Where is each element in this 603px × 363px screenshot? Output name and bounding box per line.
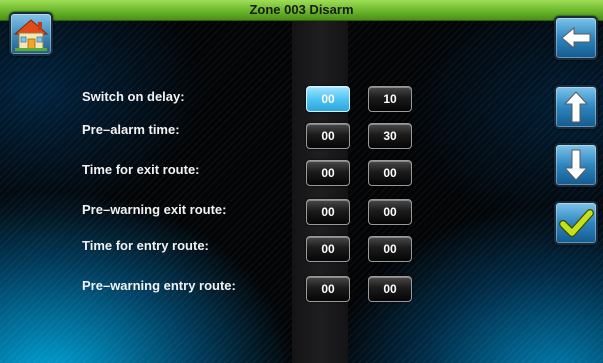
scroll-down-button[interactable] <box>554 143 598 187</box>
left-arrow-icon <box>561 26 591 50</box>
checkmark-icon <box>559 209 594 237</box>
pre-warning-entry-route-field-2[interactable]: 00 <box>368 276 412 302</box>
time-for-entry-route-field-1[interactable]: 00 <box>306 236 350 262</box>
label-time-for-entry-route: Time for entry route: <box>82 238 209 253</box>
switch-on-delay-field-1[interactable]: 00 <box>306 86 350 112</box>
scroll-up-button[interactable] <box>554 85 598 129</box>
pre-alarm-time-field-2[interactable]: 30 <box>368 123 412 149</box>
home-button[interactable] <box>9 12 53 56</box>
time-for-entry-route-field-2[interactable]: 00 <box>368 236 412 262</box>
page-title: Zone 003 Disarm <box>249 2 354 17</box>
pre-alarm-time-field-1[interactable]: 00 <box>306 123 350 149</box>
house-icon <box>13 19 49 51</box>
back-button[interactable] <box>554 16 598 60</box>
pre-warning-exit-route-field-2[interactable]: 00 <box>368 199 412 225</box>
switch-on-delay-field-2[interactable]: 10 <box>368 86 412 112</box>
label-time-for-exit-route: Time for exit route: <box>82 162 200 177</box>
center-column-band <box>292 20 348 363</box>
pre-warning-entry-route-field-1[interactable]: 00 <box>306 276 350 302</box>
label-pre-warning-entry-route: Pre–warning entry route: <box>82 278 236 293</box>
label-pre-alarm-time: Pre–alarm time: <box>82 122 180 137</box>
confirm-button[interactable] <box>554 201 598 245</box>
title-bar: Zone 003 Disarm <box>0 0 603 21</box>
down-arrow-icon <box>563 149 589 181</box>
pre-warning-exit-route-field-1[interactable]: 00 <box>306 199 350 225</box>
time-for-exit-route-field-2[interactable]: 00 <box>368 160 412 186</box>
time-for-exit-route-field-1[interactable]: 00 <box>306 160 350 186</box>
up-arrow-icon <box>563 91 589 123</box>
zone-settings-screen: Zone 003 Disarm Switch on delay: 00 10 P… <box>0 0 603 363</box>
label-pre-warning-exit-route: Pre–warning exit route: <box>82 202 227 217</box>
label-switch-on-delay: Switch on delay: <box>82 89 185 104</box>
